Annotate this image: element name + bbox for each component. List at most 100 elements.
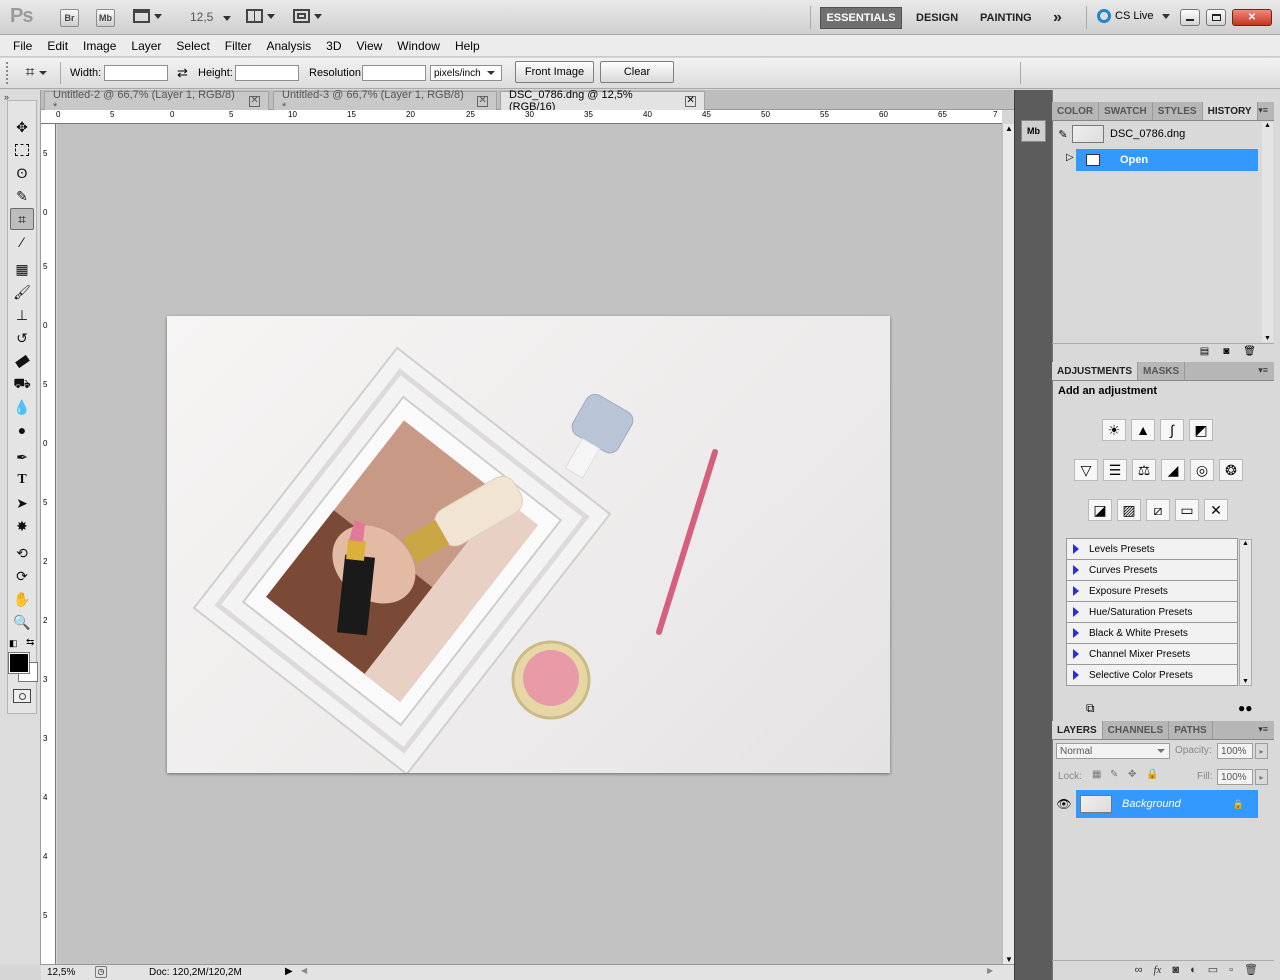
tab-adjustments[interactable]: ADJUSTMENTS bbox=[1052, 362, 1139, 380]
layer-style-icon[interactable]: fx bbox=[1153, 964, 1161, 976]
invert-icon[interactable]: ◪ bbox=[1088, 499, 1112, 521]
workspace-painting[interactable]: PAINTING bbox=[973, 7, 1039, 29]
tab-color[interactable]: COLOR bbox=[1052, 102, 1100, 120]
trash-icon[interactable]: 🗑 bbox=[1243, 346, 1256, 357]
curves-icon[interactable]: ∫ bbox=[1160, 419, 1184, 441]
dodge-tool[interactable]: ● bbox=[10, 419, 34, 441]
height-field[interactable] bbox=[235, 65, 299, 81]
width-field[interactable] bbox=[104, 65, 168, 81]
menu-view[interactable]: View bbox=[356, 39, 382, 53]
scroll-down-icon[interactable]: ▼ bbox=[1242, 678, 1249, 685]
marquee-tool[interactable] bbox=[10, 139, 34, 161]
document-image[interactable] bbox=[167, 316, 890, 776]
preset-levels[interactable]: Levels Presets bbox=[1066, 539, 1238, 560]
path-selection-tool[interactable]: ➤ bbox=[10, 492, 34, 514]
history-step-open[interactable]: Open bbox=[1076, 149, 1258, 171]
scroll-left-icon[interactable]: ◀ bbox=[301, 966, 307, 975]
options-grip[interactable] bbox=[6, 62, 10, 84]
zoom-tool[interactable]: 🔍 bbox=[10, 611, 34, 633]
history-source-icon[interactable]: ▷ bbox=[1066, 152, 1074, 163]
new-document-from-state-icon[interactable]: ▤ bbox=[1200, 346, 1209, 357]
close-tab-icon[interactable]: ✕ bbox=[477, 95, 488, 107]
menu-analysis[interactable]: Analysis bbox=[266, 39, 311, 53]
resolution-field[interactable] bbox=[362, 65, 426, 81]
scroll-up-icon[interactable]: ▲ bbox=[1005, 124, 1013, 133]
menu-select[interactable]: Select bbox=[176, 39, 209, 53]
status-menu-icon[interactable]: ▶ bbox=[285, 966, 293, 977]
status-zoom[interactable]: 12,5% bbox=[47, 967, 75, 978]
panel-menu-icon[interactable]: ▾≡ bbox=[1258, 724, 1268, 735]
add-mask-icon[interactable]: ◙ bbox=[1172, 964, 1179, 976]
panel-menu-icon[interactable]: ▾≡ bbox=[1258, 365, 1268, 376]
presets-scrollbar[interactable]: ▲ ▼ bbox=[1239, 539, 1252, 686]
clone-stamp-tool[interactable]: ⊥ bbox=[10, 304, 34, 326]
fill-field[interactable]: 100% bbox=[1217, 769, 1253, 785]
mini-bridge-button[interactable]: Mb bbox=[96, 9, 115, 27]
tab-swatches[interactable]: SWATCH bbox=[1099, 102, 1153, 120]
selective-color-icon[interactable]: ✕ bbox=[1204, 499, 1228, 521]
tab-styles[interactable]: STYLES bbox=[1153, 102, 1203, 120]
vertical-scrollbar[interactable]: ▲ ▼ bbox=[1002, 124, 1014, 964]
link-layers-icon[interactable]: ∞ bbox=[1135, 964, 1143, 976]
spot-healing-tool[interactable]: ▦ bbox=[10, 258, 34, 280]
shape-tool[interactable]: ✸ bbox=[10, 515, 34, 537]
blend-mode-select[interactable]: Normal bbox=[1056, 743, 1170, 759]
tab-history[interactable]: HISTORY bbox=[1202, 102, 1258, 120]
paint-bucket-tool[interactable]: ⛟ bbox=[10, 373, 34, 395]
preset-hue-saturation[interactable]: Hue/Saturation Presets bbox=[1066, 602, 1238, 623]
menu-layer[interactable]: Layer bbox=[131, 39, 161, 53]
layer-background[interactable]: Background 🔒 bbox=[1076, 790, 1258, 818]
lock-all-icon[interactable]: 🔒 bbox=[1146, 769, 1158, 780]
close-tab-icon[interactable]: ✕ bbox=[249, 95, 260, 107]
screen-mode-dropdown[interactable] bbox=[293, 9, 322, 23]
posterize-icon[interactable]: ▨ bbox=[1117, 499, 1141, 521]
hand-tool[interactable]: ✋ bbox=[10, 588, 34, 610]
swap-colors-icon[interactable]: ⇆ bbox=[26, 637, 34, 648]
hue-saturation-icon[interactable]: ☰ bbox=[1103, 459, 1127, 481]
scroll-down-icon[interactable]: ▼ bbox=[1005, 955, 1013, 964]
quick-mask-button[interactable] bbox=[13, 689, 31, 703]
tool-preset-picker[interactable]: ⌗ bbox=[16, 61, 56, 85]
workspace-essentials[interactable]: ESSENTIALS bbox=[820, 7, 902, 29]
close-tab-icon[interactable]: ✕ bbox=[685, 95, 696, 107]
new-adjustment-layer-icon[interactable]: ◐ bbox=[1190, 964, 1197, 976]
view-extras-dropdown[interactable] bbox=[133, 9, 162, 23]
tab-masks[interactable]: MASKS bbox=[1138, 362, 1186, 380]
restore-button[interactable] bbox=[1206, 9, 1226, 26]
workspace-design[interactable]: DESIGN bbox=[909, 7, 965, 29]
crop-tool[interactable]: ⌗ bbox=[10, 208, 34, 230]
scroll-up-icon[interactable]: ▲ bbox=[1242, 540, 1249, 547]
gradient-map-icon[interactable]: ▭ bbox=[1175, 499, 1199, 521]
snapshot-camera-icon[interactable]: ◙ bbox=[1223, 346, 1229, 357]
more-workspaces-icon[interactable]: » bbox=[1046, 7, 1069, 29]
menu-filter[interactable]: Filter bbox=[225, 39, 252, 53]
menu-file[interactable]: File bbox=[13, 39, 32, 53]
delete-layer-icon[interactable]: 🗑 bbox=[1244, 963, 1258, 976]
history-snapshot[interactable]: ✎ DSC_0786.dng bbox=[1054, 123, 1258, 145]
resolution-unit-select[interactable]: pixels/inch bbox=[430, 65, 502, 81]
levels-icon[interactable]: ▲ bbox=[1131, 419, 1155, 441]
menu-window[interactable]: Window bbox=[397, 39, 440, 53]
black-white-icon[interactable]: ◢ bbox=[1161, 459, 1185, 481]
new-layer-icon[interactable]: ▫ bbox=[1229, 964, 1233, 976]
fill-slider-toggle[interactable]: ▸ bbox=[1255, 769, 1268, 785]
tab-untitled-3[interactable]: Untitled-3 @ 66,7% (Layer 1, RGB/8) * ✕ bbox=[273, 89, 497, 113]
brush-tool[interactable]: 🖌 bbox=[10, 281, 34, 303]
pen-tool[interactable]: ✒ bbox=[10, 446, 34, 468]
scroll-up-icon[interactable]: ▲ bbox=[1264, 122, 1271, 129]
cs-live-menu[interactable]: CS Live bbox=[1097, 9, 1170, 23]
clip-view-icon[interactable]: ⧉ bbox=[1086, 701, 1095, 716]
adjustment-options-icon[interactable]: ●● bbox=[1238, 701, 1253, 715]
brightness-contrast-icon[interactable]: ☀ bbox=[1102, 419, 1126, 441]
history-brush-tool[interactable]: ↺ bbox=[10, 327, 34, 349]
blur-tool[interactable]: 💧 bbox=[10, 396, 34, 418]
menu-image[interactable]: Image bbox=[83, 39, 116, 53]
default-colors-icon[interactable]: ◧ bbox=[9, 638, 18, 649]
layer-visibility-eye-icon[interactable]: 👁 bbox=[1054, 790, 1074, 818]
eyedropper-tool[interactable]: ⁄ bbox=[10, 231, 34, 253]
close-button[interactable]: ✕ bbox=[1232, 9, 1272, 26]
channel-mixer-icon[interactable]: ❂ bbox=[1219, 459, 1243, 481]
eraser-tool[interactable] bbox=[10, 350, 34, 372]
lock-transparent-icon[interactable]: ▦ bbox=[1092, 769, 1101, 780]
tab-paths[interactable]: PATHS bbox=[1169, 721, 1213, 739]
